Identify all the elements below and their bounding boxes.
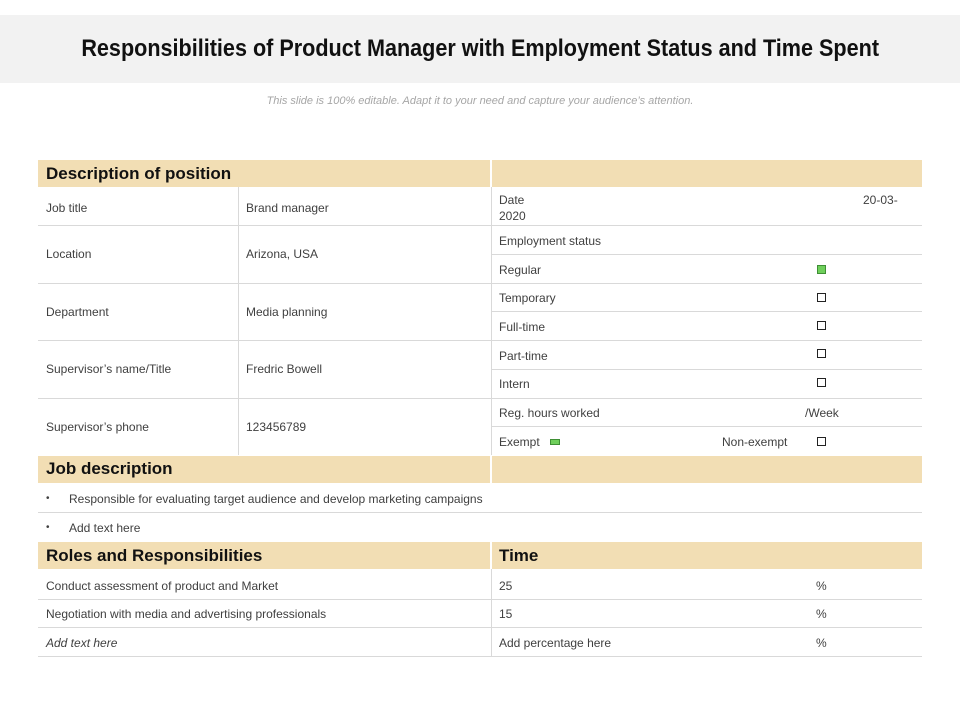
supervisor-phone-value: 123456789 <box>246 420 307 434</box>
row-divider <box>491 254 922 255</box>
exempt-label: Exempt <box>499 435 540 449</box>
title-bar: Responsibilities of Product Manager with… <box>0 15 960 83</box>
non-exempt-checkbox[interactable] <box>817 437 826 446</box>
header-divider <box>490 160 492 187</box>
status-intern-label: Intern <box>499 377 530 391</box>
column-divider <box>238 187 239 455</box>
hours-worked-label: Reg. hours worked <box>499 406 600 420</box>
row-divider <box>491 369 922 370</box>
row-divider <box>38 512 922 513</box>
status-regular-checkbox[interactable] <box>817 265 826 274</box>
row-divider <box>491 311 922 312</box>
role-time-unit: % <box>816 579 827 593</box>
job-description-item: Responsible for evaluating target audien… <box>69 492 483 506</box>
row-divider <box>38 225 491 226</box>
status-intern-checkbox[interactable] <box>817 378 826 387</box>
role-time: Add percentage here <box>499 636 612 650</box>
row-divider <box>38 283 491 284</box>
row-divider <box>491 225 922 226</box>
column-divider <box>491 187 492 455</box>
roles-heading: Roles and Responsibilities <box>46 546 263 565</box>
non-exempt-label: Non-exempt <box>722 435 788 449</box>
supervisor-phone-label: Supervisor’s phone <box>46 420 149 434</box>
exempt-checkbox[interactable] <box>550 439 560 445</box>
role-time: 25 <box>499 579 513 593</box>
row-divider <box>491 398 922 399</box>
header-divider <box>490 456 492 483</box>
job-title-value: Brand manager <box>246 201 329 215</box>
row-divider <box>38 627 922 628</box>
status-temporary-label: Temporary <box>499 291 556 305</box>
column-divider <box>491 569 492 656</box>
row-divider <box>491 426 922 427</box>
role-item: Conduct assessment of product and Market <box>46 579 279 593</box>
row-divider <box>38 398 491 399</box>
supervisor-name-label: Supervisor’s name/Title <box>46 362 172 376</box>
position-heading: Description of position <box>46 164 232 183</box>
location-label: Location <box>46 247 92 261</box>
date-value-part2: 2020 <box>499 209 526 223</box>
row-divider <box>38 340 491 341</box>
role-time-unit: % <box>816 607 827 621</box>
hours-worked-unit: /Week <box>805 406 839 420</box>
supervisor-name-value: Fredric Bowell <box>246 362 323 376</box>
status-regular-label: Regular <box>499 263 542 277</box>
role-time-unit: % <box>816 636 827 650</box>
role-item: Negotiation with media and advertising p… <box>46 607 327 621</box>
bullet-marker: • <box>46 522 50 533</box>
department-value: Media planning <box>246 305 328 319</box>
time-heading: Time <box>499 546 539 565</box>
status-fulltime-label: Full-time <box>499 320 546 334</box>
page-title: Responsibilities of Product Manager with… <box>81 35 879 62</box>
job-title-label: Job title <box>46 201 88 215</box>
status-fulltime-checkbox[interactable] <box>817 321 826 330</box>
bullet-marker: • <box>46 493 50 504</box>
status-parttime-label: Part-time <box>499 349 548 363</box>
role-time: 15 <box>499 607 513 621</box>
row-divider <box>491 283 922 284</box>
job-description-heading: Job description <box>46 459 173 478</box>
status-parttime-checkbox[interactable] <box>817 349 826 358</box>
header-divider <box>490 542 492 569</box>
page-subtitle: This slide is 100% editable. Adapt it to… <box>266 95 694 107</box>
location-value: Arizona, USA <box>246 247 319 261</box>
date-value-part1: 20-03- <box>863 193 898 207</box>
date-label: Date <box>499 193 525 207</box>
row-divider <box>491 340 922 341</box>
job-description-item: Add text here <box>69 521 141 535</box>
status-temporary-checkbox[interactable] <box>817 293 826 302</box>
row-divider <box>38 599 922 600</box>
row-divider <box>38 656 922 657</box>
role-item: Add text here <box>46 636 118 650</box>
employment-status-label: Employment status <box>499 234 602 248</box>
department-label: Department <box>46 305 109 319</box>
